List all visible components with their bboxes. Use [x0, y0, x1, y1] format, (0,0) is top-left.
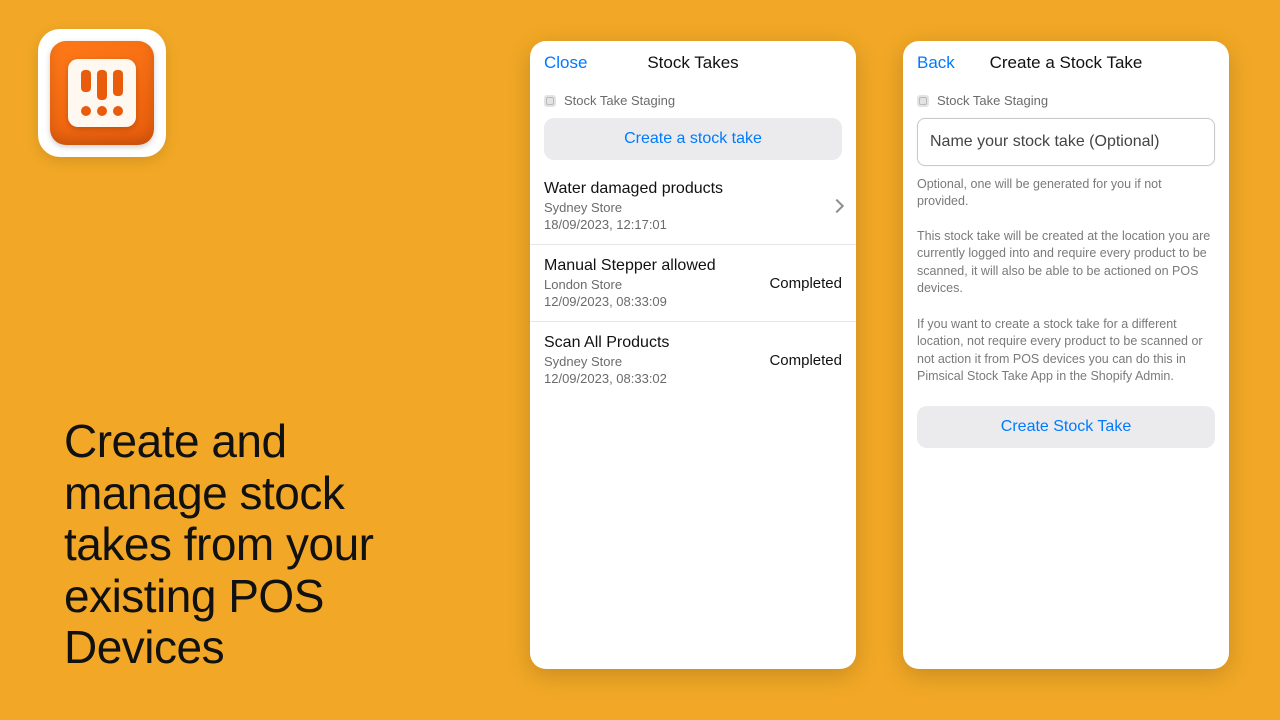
stocktake-name-field-wrap[interactable]	[917, 118, 1215, 166]
create-stocktake-button[interactable]: Create a stock take	[544, 118, 842, 160]
staging-header: Stock Take Staging	[530, 85, 856, 118]
stocktake-row[interactable]: Water damaged products Sydney Store 18/09/…	[530, 168, 856, 245]
nav-title: Create a Stock Take	[990, 53, 1143, 73]
stocktake-timestamp: 18/09/2023, 12:17:01	[544, 217, 723, 232]
stocktake-timestamp: 12/09/2023, 08:33:09	[544, 294, 716, 309]
promo-headline: Create and manage stock takes from your …	[64, 416, 404, 674]
create-stocktake-panel: Back Create a Stock Take Stock Take Stag…	[903, 41, 1229, 669]
stocktakes-panel: Close Stock Takes Stock Take Staging Cre…	[530, 41, 856, 669]
stocktake-title: Scan All Products	[544, 334, 669, 352]
stocktake-status: Completed	[769, 275, 842, 292]
navbar: Back Create a Stock Take	[903, 41, 1229, 85]
close-button[interactable]: Close	[544, 53, 587, 73]
stocktake-title: Water damaged products	[544, 180, 723, 198]
staging-label: Stock Take Staging	[564, 93, 675, 108]
stocktake-row[interactable]: Scan All Products Sydney Store 12/09/2023,…	[530, 322, 856, 398]
stocktake-title: Manual Stepper allowed	[544, 257, 716, 275]
name-hint: Optional, one will be generated for you …	[917, 176, 1215, 210]
staging-label: Stock Take Staging	[937, 93, 1048, 108]
stocktake-list: Water damaged products Sydney Store 18/09/…	[530, 168, 856, 398]
staging-header: Stock Take Staging	[903, 85, 1229, 118]
stocktake-name-input[interactable]	[930, 133, 1202, 151]
stocktake-status: Completed	[769, 352, 842, 369]
back-button[interactable]: Back	[917, 53, 955, 73]
app-logo-tile	[50, 41, 154, 145]
stocktake-store: Sydney Store	[544, 354, 669, 369]
navbar: Close Stock Takes	[530, 41, 856, 85]
app-logo	[38, 29, 166, 157]
stocktake-timestamp: 12/09/2023, 08:33:02	[544, 371, 669, 386]
stocktake-store: Sydney Store	[544, 200, 723, 215]
info-paragraph-2: If you want to create a stock take for a…	[917, 316, 1215, 386]
nav-title: Stock Takes	[647, 53, 738, 73]
chevron-right-icon	[830, 199, 844, 213]
staging-icon	[544, 95, 556, 107]
stocktake-store: London Store	[544, 277, 716, 292]
stocktake-row[interactable]: Manual Stepper allowed London Store 12/09/…	[530, 245, 856, 322]
info-paragraph-1: This stock take will be created at the l…	[917, 228, 1215, 298]
staging-icon	[917, 95, 929, 107]
app-logo-glyph	[68, 59, 136, 127]
submit-create-stocktake-button[interactable]: Create Stock Take	[917, 406, 1215, 448]
